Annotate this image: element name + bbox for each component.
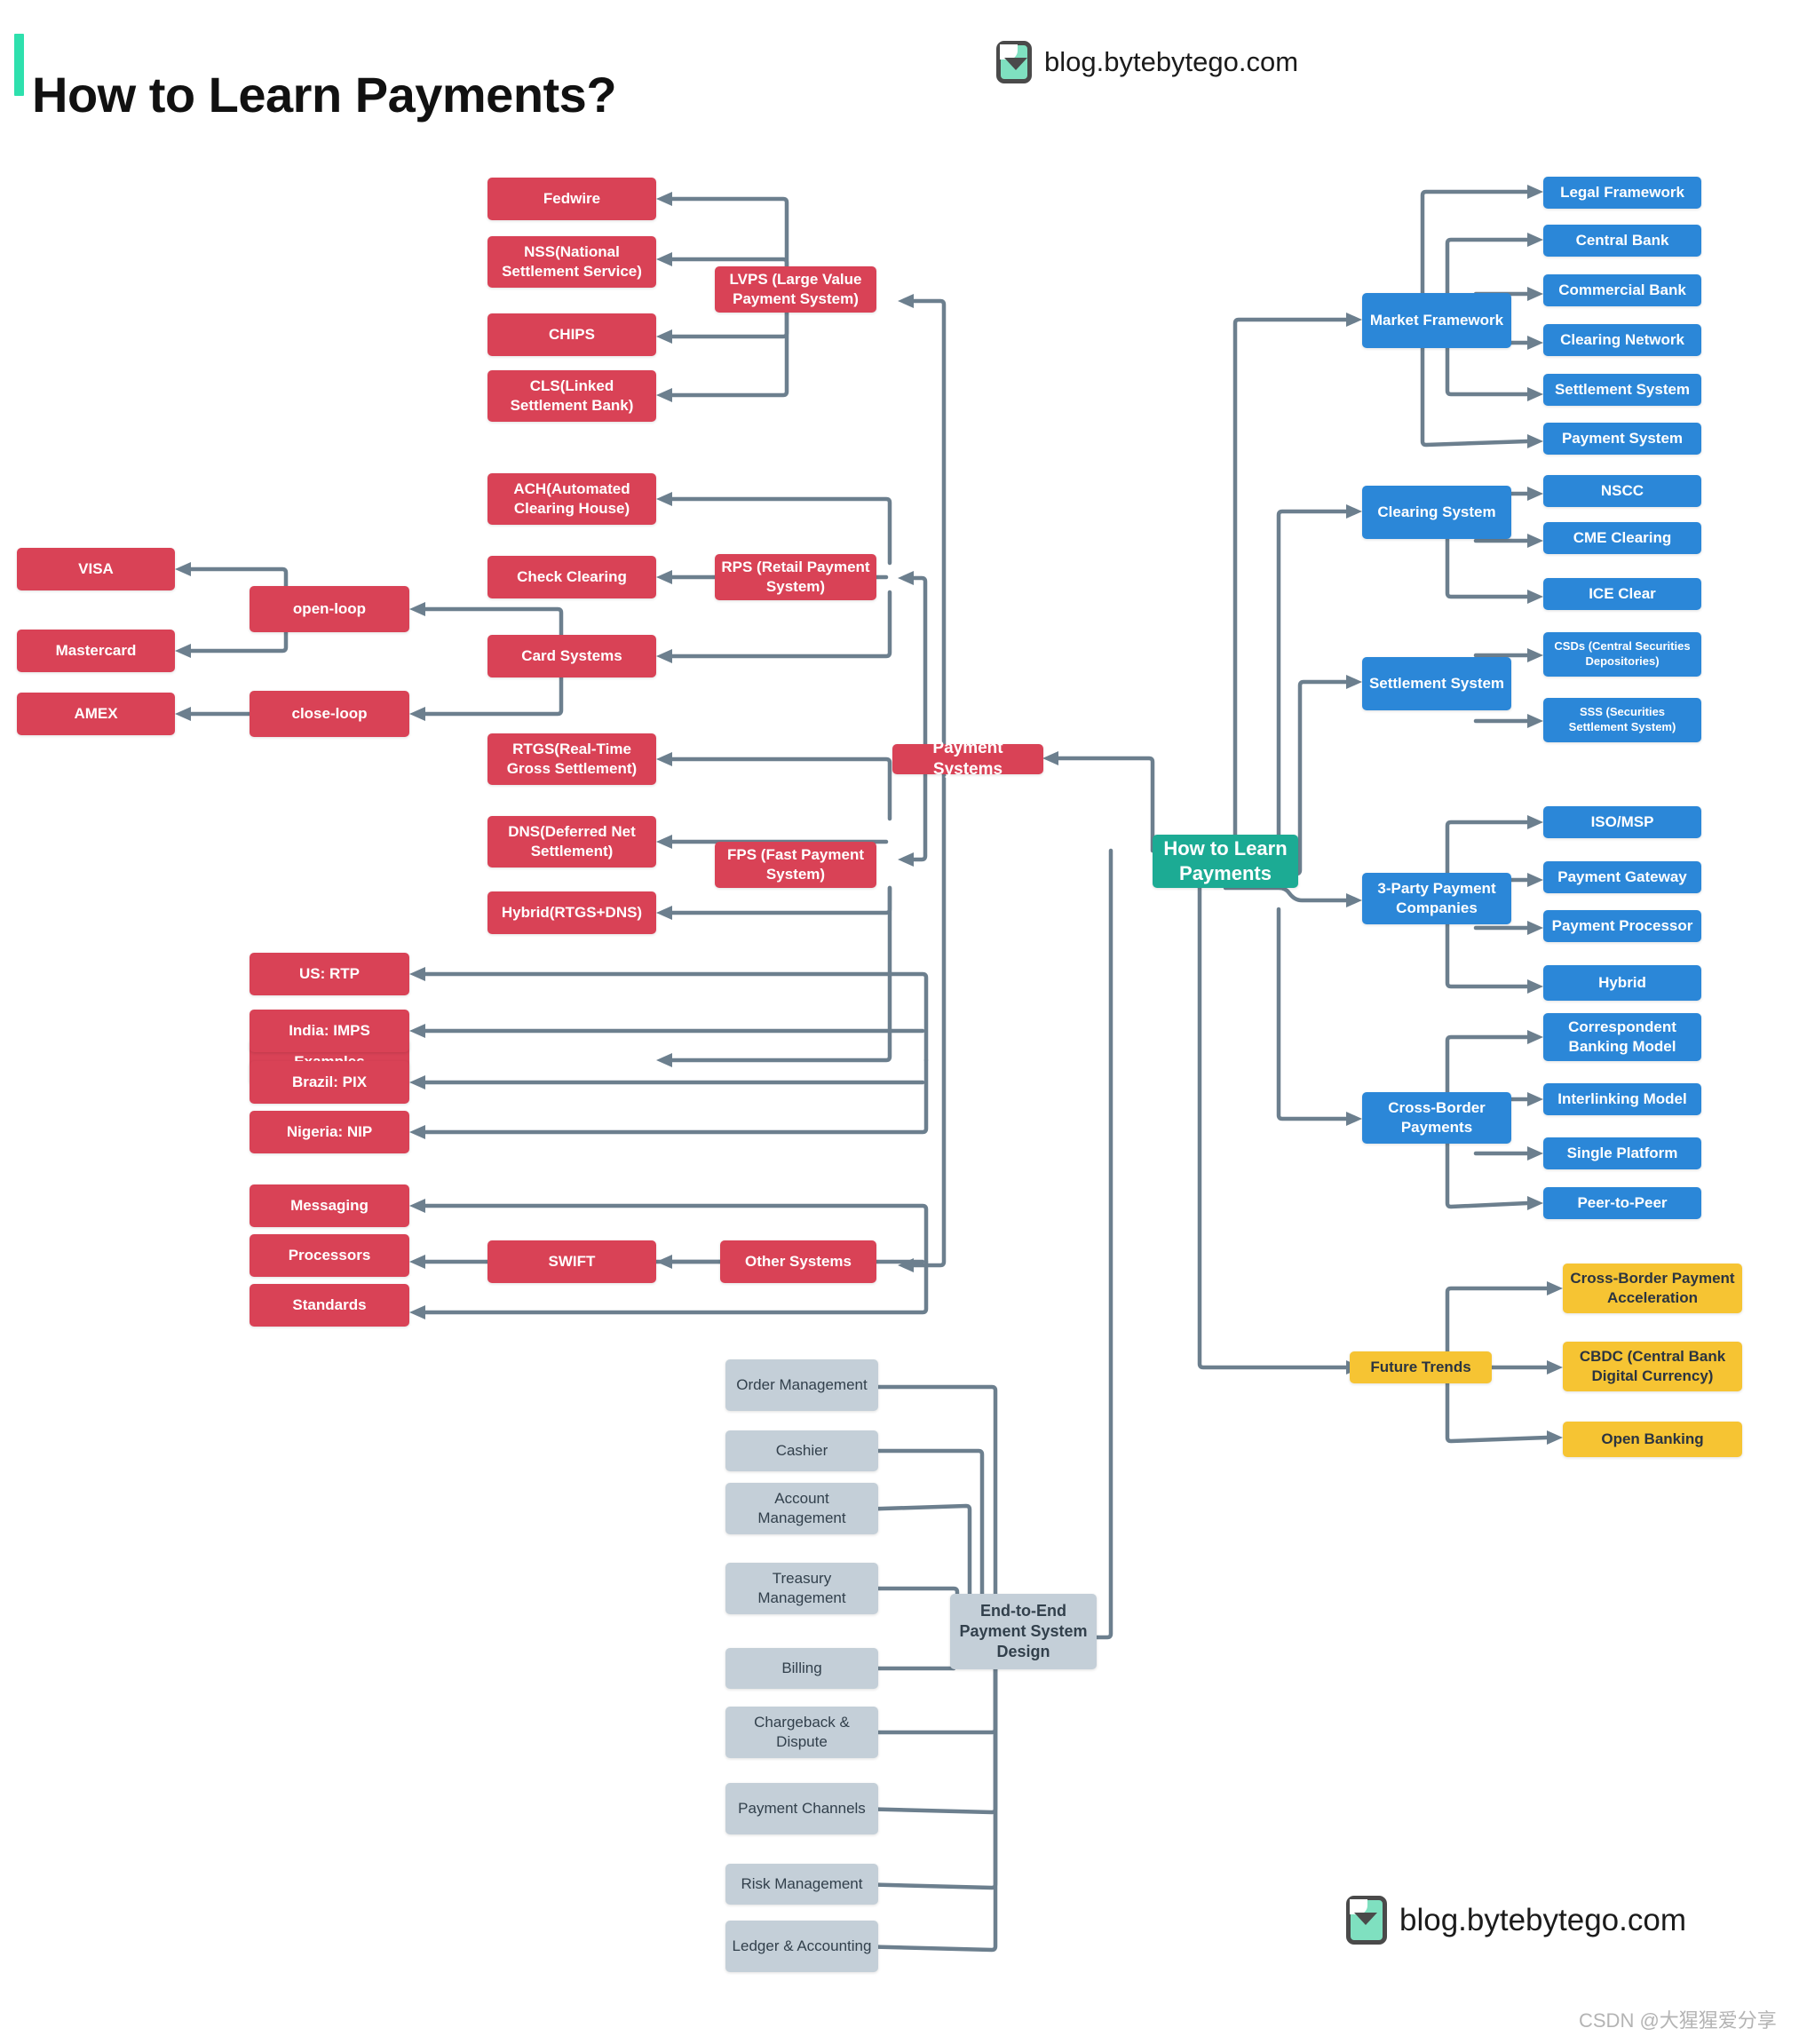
node-processors[interactable]: Processors — [250, 1234, 409, 1277]
title-accent-bar — [14, 34, 24, 96]
node-hybrid-rtgs-dns[interactable]: Hybrid(RTGS+DNS) — [487, 891, 656, 934]
mindmap-canvas: How to Learn Payments? blog.bytebytego.c… — [0, 0, 1799, 2044]
node-close-loop[interactable]: close-loop — [250, 691, 409, 737]
node-cashier[interactable]: Cashier — [725, 1430, 878, 1471]
node-treasury-management[interactable]: Treasury Management — [725, 1563, 878, 1614]
node-lvps[interactable]: LVPS (Large Value Payment System) — [715, 266, 876, 313]
node-payment-system-child[interactable]: Payment System — [1543, 423, 1701, 455]
node-3-party-payment-companies[interactable]: 3-Party Payment Companies — [1362, 873, 1511, 924]
node-chips[interactable]: CHIPS — [487, 313, 656, 356]
node-payment-channels[interactable]: Payment Channels — [725, 1783, 878, 1834]
node-dns[interactable]: DNS(Deferred Net Settlement) — [487, 816, 656, 868]
node-nss[interactable]: NSS(National Settlement Service) — [487, 236, 656, 288]
node-ach[interactable]: ACH(Automated Clearing House) — [487, 473, 656, 525]
node-check-clearing[interactable]: Check Clearing — [487, 556, 656, 598]
node-cls[interactable]: CLS(Linked Settlement Bank) — [487, 370, 656, 422]
node-cross-border-payments[interactable]: Cross-Border Payments — [1362, 1092, 1511, 1144]
node-cme-clearing[interactable]: CME Clearing — [1543, 522, 1701, 554]
node-risk-management[interactable]: Risk Management — [725, 1864, 878, 1905]
node-future-trends[interactable]: Future Trends — [1350, 1351, 1492, 1383]
node-messaging[interactable]: Messaging — [250, 1184, 409, 1227]
node-billing[interactable]: Billing — [725, 1648, 878, 1689]
node-settlement-system[interactable]: Settlement System — [1362, 657, 1511, 710]
node-interlinking-model[interactable]: Interlinking Model — [1543, 1083, 1701, 1115]
node-root-how-to-learn-payments[interactable]: How to Learn Payments — [1153, 835, 1298, 888]
node-account-management[interactable]: Account Management — [725, 1483, 878, 1534]
bytebytego-brand-bottom: blog.bytebytego.com — [1346, 1896, 1686, 1945]
node-payment-systems[interactable]: Payment Systems — [892, 739, 1043, 779]
node-legal-framework[interactable]: Legal Framework — [1543, 177, 1701, 209]
node-open-banking[interactable]: Open Banking — [1563, 1422, 1742, 1457]
node-open-loop[interactable]: open-loop — [250, 586, 409, 632]
brand-url-bottom: blog.bytebytego.com — [1399, 1902, 1686, 1937]
node-nigeria-nip[interactable]: Nigeria: NIP — [250, 1111, 409, 1153]
node-single-platform[interactable]: Single Platform — [1543, 1137, 1701, 1169]
node-payment-gateway[interactable]: Payment Gateway — [1543, 861, 1701, 893]
node-us-rtp[interactable]: US: RTP — [250, 953, 409, 995]
node-standards[interactable]: Standards — [250, 1284, 409, 1327]
node-other-systems[interactable]: Other Systems — [720, 1240, 876, 1283]
node-payment-processor[interactable]: Payment Processor — [1543, 910, 1701, 942]
node-visa[interactable]: VISA — [17, 548, 175, 590]
node-ice-clear[interactable]: ICE Clear — [1543, 578, 1701, 610]
node-mastercard[interactable]: Mastercard — [17, 630, 175, 672]
node-clearing-network[interactable]: Clearing Network — [1543, 324, 1701, 356]
node-order-management[interactable]: Order Management — [725, 1359, 878, 1411]
node-ledger-accounting[interactable]: Ledger & Accounting — [725, 1921, 878, 1972]
page-title: How to Learn Payments? — [32, 66, 617, 123]
bytebytego-logo-icon — [996, 41, 1032, 83]
node-rps[interactable]: RPS (Retail Payment System) — [715, 554, 876, 600]
node-amex[interactable]: AMEX — [17, 693, 175, 735]
node-central-bank[interactable]: Central Bank — [1543, 225, 1701, 257]
brand-url-top: blog.bytebytego.com — [1044, 46, 1299, 77]
node-csds[interactable]: CSDs (Central Securities Depositories) — [1543, 632, 1701, 677]
csdn-watermark: CSDN @大猩猩爱分享 — [1579, 2009, 1777, 2032]
node-cbdc[interactable]: CBDC (Central Bank Digital Currency) — [1563, 1342, 1742, 1391]
node-end-to-end-payment-system-design[interactable]: End-to-End Payment System Design — [950, 1594, 1097, 1669]
node-fps[interactable]: FPS (Fast Payment System) — [715, 842, 876, 888]
node-card-systems[interactable]: Card Systems — [487, 635, 656, 677]
bytebytego-brand-top: blog.bytebytego.com — [996, 41, 1298, 83]
node-chargeback-dispute[interactable]: Chargeback & Dispute — [725, 1707, 878, 1758]
node-brazil-pix[interactable]: Brazil: PIX — [250, 1061, 409, 1104]
node-peer-to-peer[interactable]: Peer-to-Peer — [1543, 1187, 1701, 1219]
node-nscc[interactable]: NSCC — [1543, 475, 1701, 507]
node-swift[interactable]: SWIFT — [487, 1240, 656, 1283]
node-market-framework[interactable]: Market Framework — [1362, 293, 1511, 348]
node-cross-border-payment-acceleration[interactable]: Cross-Border Payment Acceleration — [1563, 1264, 1742, 1313]
bytebytego-logo-icon — [1346, 1896, 1387, 1945]
node-india-imps[interactable]: India: IMPS — [250, 1010, 409, 1052]
node-clearing-system[interactable]: Clearing System — [1362, 486, 1511, 539]
node-correspondent-banking-model[interactable]: Correspondent Banking Model — [1543, 1013, 1701, 1061]
node-hybrid[interactable]: Hybrid — [1543, 965, 1701, 1001]
node-sss[interactable]: SSS (Securities Settlement System) — [1543, 698, 1701, 742]
node-iso-msp[interactable]: ISO/MSP — [1543, 806, 1701, 838]
node-rtgs[interactable]: RTGS(Real-Time Gross Settlement) — [487, 733, 656, 785]
node-commercial-bank[interactable]: Commercial Bank — [1543, 274, 1701, 306]
node-settlement-system-child[interactable]: Settlement System — [1543, 374, 1701, 406]
node-fedwire[interactable]: Fedwire — [487, 178, 656, 220]
